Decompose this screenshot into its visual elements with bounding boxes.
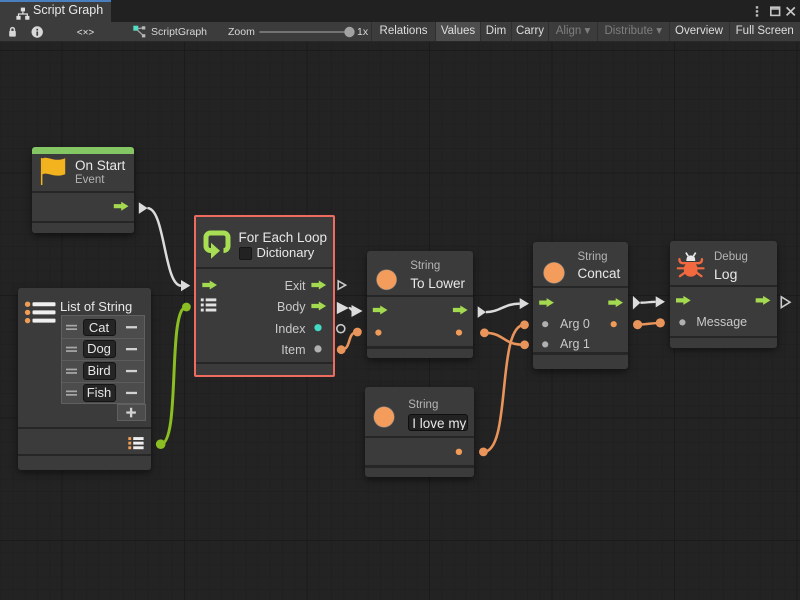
svg-text:<×>: <×> [77,28,95,39]
